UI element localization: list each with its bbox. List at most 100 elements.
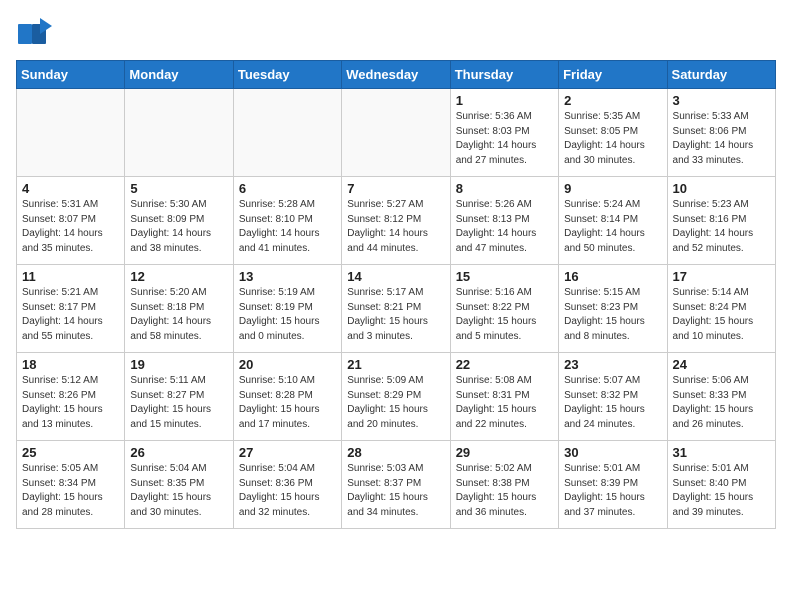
calendar-day-cell: 15 Sunrise: 5:16 AM Sunset: 8:22 PM Dayli… bbox=[450, 265, 558, 353]
day-info: Sunrise: 5:31 AM Sunset: 8:07 PM Dayligh… bbox=[22, 198, 119, 256]
day-number: 9 bbox=[564, 181, 661, 196]
weekday-cell: Monday bbox=[125, 61, 233, 89]
day-info: Sunrise: 5:01 AM Sunset: 8:40 PM Dayligh… bbox=[673, 462, 770, 520]
calendar-day-cell: 8 Sunrise: 5:26 AM Sunset: 8:13 PM Daylig… bbox=[450, 177, 558, 265]
day-info: Sunrise: 5:33 AM Sunset: 8:06 PM Dayligh… bbox=[673, 110, 770, 168]
calendar-day-cell: 10Sunrise: 5:23 AM Sunset: 8:16 PM Dayli… bbox=[667, 177, 775, 265]
calendar-day-cell: 24 Sunrise: 5:06 AM Sunset: 8:33 PM Dayli… bbox=[667, 353, 775, 441]
calendar-week-row: 11 Sunrise: 5:21 AM Sunset: 8:17 PM Dayli… bbox=[17, 265, 776, 353]
day-number: 26 bbox=[130, 445, 227, 460]
day-info: Sunrise: 5:16 AM Sunset: 8:22 PM Dayligh… bbox=[456, 286, 553, 344]
day-number: 4 bbox=[22, 181, 119, 196]
calendar-day-cell: 6 Sunrise: 5:28 AM Sunset: 8:10 PM Daylig… bbox=[233, 177, 341, 265]
day-number: 20 bbox=[239, 357, 336, 372]
day-number: 11 bbox=[22, 269, 119, 284]
day-info: Sunrise: 5:11 AM Sunset: 8:27 PM Dayligh… bbox=[130, 374, 227, 432]
day-number: 23 bbox=[564, 357, 661, 372]
day-info: Sunrise: 5:20 AM Sunset: 8:18 PM Dayligh… bbox=[130, 286, 227, 344]
calendar-day-cell: 2Sunrise: 5:35 AM Sunset: 8:05 PM Daylig… bbox=[559, 89, 667, 177]
day-number: 24 bbox=[673, 357, 770, 372]
day-number: 3 bbox=[673, 93, 770, 108]
day-info: Sunrise: 5:01 AM Sunset: 8:39 PM Dayligh… bbox=[564, 462, 661, 520]
calendar-day-cell: 11 Sunrise: 5:21 AM Sunset: 8:17 PM Dayli… bbox=[17, 265, 125, 353]
day-number: 8 bbox=[456, 181, 553, 196]
day-info: Sunrise: 5:12 AM Sunset: 8:26 PM Dayligh… bbox=[22, 374, 119, 432]
day-info: Sunrise: 5:15 AM Sunset: 8:23 PM Dayligh… bbox=[564, 286, 661, 344]
logo bbox=[16, 16, 56, 52]
calendar-day-cell bbox=[342, 89, 450, 177]
calendar-day-cell: 18 Sunrise: 5:12 AM Sunset: 8:26 PM Dayli… bbox=[17, 353, 125, 441]
day-info: Sunrise: 5:30 AM Sunset: 8:09 PM Dayligh… bbox=[130, 198, 227, 256]
day-info: Sunrise: 5:36 AM Sunset: 8:03 PM Dayligh… bbox=[456, 110, 553, 168]
day-info: Sunrise: 5:26 AM Sunset: 8:13 PM Dayligh… bbox=[456, 198, 553, 256]
calendar-day-cell: 9 Sunrise: 5:24 AM Sunset: 8:14 PM Daylig… bbox=[559, 177, 667, 265]
calendar-day-cell: 20 Sunrise: 5:10 AM Sunset: 8:28 PM Dayli… bbox=[233, 353, 341, 441]
day-info: Sunrise: 5:02 AM Sunset: 8:38 PM Dayligh… bbox=[456, 462, 553, 520]
day-number: 7 bbox=[347, 181, 444, 196]
calendar-day-cell: 19 Sunrise: 5:11 AM Sunset: 8:27 PM Dayli… bbox=[125, 353, 233, 441]
calendar-day-cell: 28Sunrise: 5:03 AM Sunset: 8:37 PM Dayli… bbox=[342, 441, 450, 529]
day-number: 28 bbox=[347, 445, 444, 460]
day-number: 17 bbox=[673, 269, 770, 284]
day-number: 19 bbox=[130, 357, 227, 372]
logo-icon bbox=[16, 16, 52, 52]
day-number: 1 bbox=[456, 93, 553, 108]
day-info: Sunrise: 5:17 AM Sunset: 8:21 PM Dayligh… bbox=[347, 286, 444, 344]
calendar-day-cell: 21Sunrise: 5:09 AM Sunset: 8:29 PM Dayli… bbox=[342, 353, 450, 441]
calendar-day-cell bbox=[17, 89, 125, 177]
weekday-cell: Saturday bbox=[667, 61, 775, 89]
calendar-day-cell: 3 Sunrise: 5:33 AM Sunset: 8:06 PM Daylig… bbox=[667, 89, 775, 177]
weekday-header: SundayMondayTuesdayWednesdayThursdayFrid… bbox=[17, 61, 776, 89]
day-info: Sunrise: 5:07 AM Sunset: 8:32 PM Dayligh… bbox=[564, 374, 661, 432]
calendar-week-row: 18 Sunrise: 5:12 AM Sunset: 8:26 PM Dayli… bbox=[17, 353, 776, 441]
calendar-day-cell: 27 Sunrise: 5:04 AM Sunset: 8:36 PM Dayli… bbox=[233, 441, 341, 529]
day-info: Sunrise: 5:06 AM Sunset: 8:33 PM Dayligh… bbox=[673, 374, 770, 432]
calendar-day-cell bbox=[125, 89, 233, 177]
calendar-day-cell: 23 Sunrise: 5:07 AM Sunset: 8:32 PM Dayli… bbox=[559, 353, 667, 441]
day-number: 30 bbox=[564, 445, 661, 460]
calendar-day-cell: 7Sunrise: 5:27 AM Sunset: 8:12 PM Daylig… bbox=[342, 177, 450, 265]
day-number: 18 bbox=[22, 357, 119, 372]
calendar-day-cell bbox=[233, 89, 341, 177]
day-number: 22 bbox=[456, 357, 553, 372]
calendar-week-row: 4 Sunrise: 5:31 AM Sunset: 8:07 PM Daylig… bbox=[17, 177, 776, 265]
weekday-cell: Friday bbox=[559, 61, 667, 89]
day-number: 12 bbox=[130, 269, 227, 284]
calendar-day-cell: 12 Sunrise: 5:20 AM Sunset: 8:18 PM Dayli… bbox=[125, 265, 233, 353]
day-number: 2 bbox=[564, 93, 661, 108]
calendar-day-cell: 5 Sunrise: 5:30 AM Sunset: 8:09 PM Daylig… bbox=[125, 177, 233, 265]
day-number: 15 bbox=[456, 269, 553, 284]
calendar-table: SundayMondayTuesdayWednesdayThursdayFrid… bbox=[16, 60, 776, 529]
calendar-day-cell: 13 Sunrise: 5:19 AM Sunset: 8:19 PM Dayli… bbox=[233, 265, 341, 353]
day-info: Sunrise: 5:04 AM Sunset: 8:36 PM Dayligh… bbox=[239, 462, 336, 520]
day-info: Sunrise: 5:24 AM Sunset: 8:14 PM Dayligh… bbox=[564, 198, 661, 256]
day-number: 13 bbox=[239, 269, 336, 284]
day-info: Sunrise: 5:10 AM Sunset: 8:28 PM Dayligh… bbox=[239, 374, 336, 432]
day-info: Sunrise: 5:21 AM Sunset: 8:17 PM Dayligh… bbox=[22, 286, 119, 344]
day-number: 14 bbox=[347, 269, 444, 284]
weekday-cell: Tuesday bbox=[233, 61, 341, 89]
calendar-week-row: 1 Sunrise: 5:36 AM Sunset: 8:03 PM Daylig… bbox=[17, 89, 776, 177]
calendar-day-cell: 29Sunrise: 5:02 AM Sunset: 8:38 PM Dayli… bbox=[450, 441, 558, 529]
calendar-day-cell: 30 Sunrise: 5:01 AM Sunset: 8:39 PM Dayli… bbox=[559, 441, 667, 529]
calendar-day-cell: 4 Sunrise: 5:31 AM Sunset: 8:07 PM Daylig… bbox=[17, 177, 125, 265]
day-info: Sunrise: 5:19 AM Sunset: 8:19 PM Dayligh… bbox=[239, 286, 336, 344]
day-info: Sunrise: 5:28 AM Sunset: 8:10 PM Dayligh… bbox=[239, 198, 336, 256]
day-info: Sunrise: 5:05 AM Sunset: 8:34 PM Dayligh… bbox=[22, 462, 119, 520]
day-info: Sunrise: 5:09 AM Sunset: 8:29 PM Dayligh… bbox=[347, 374, 444, 432]
day-info: Sunrise: 5:14 AM Sunset: 8:24 PM Dayligh… bbox=[673, 286, 770, 344]
weekday-cell: Thursday bbox=[450, 61, 558, 89]
calendar-day-cell: 22Sunrise: 5:08 AM Sunset: 8:31 PM Dayli… bbox=[450, 353, 558, 441]
day-info: Sunrise: 5:23 AM Sunset: 8:16 PM Dayligh… bbox=[673, 198, 770, 256]
calendar-week-row: 25 Sunrise: 5:05 AM Sunset: 8:34 PM Dayli… bbox=[17, 441, 776, 529]
day-number: 5 bbox=[130, 181, 227, 196]
day-info: Sunrise: 5:04 AM Sunset: 8:35 PM Dayligh… bbox=[130, 462, 227, 520]
calendar-day-cell: 17 Sunrise: 5:14 AM Sunset: 8:24 PM Dayli… bbox=[667, 265, 775, 353]
day-number: 16 bbox=[564, 269, 661, 284]
weekday-cell: Wednesday bbox=[342, 61, 450, 89]
calendar-day-cell: 14 Sunrise: 5:17 AM Sunset: 8:21 PM Dayli… bbox=[342, 265, 450, 353]
day-number: 25 bbox=[22, 445, 119, 460]
day-number: 6 bbox=[239, 181, 336, 196]
day-number: 27 bbox=[239, 445, 336, 460]
calendar-day-cell: 16 Sunrise: 5:15 AM Sunset: 8:23 PM Dayli… bbox=[559, 265, 667, 353]
